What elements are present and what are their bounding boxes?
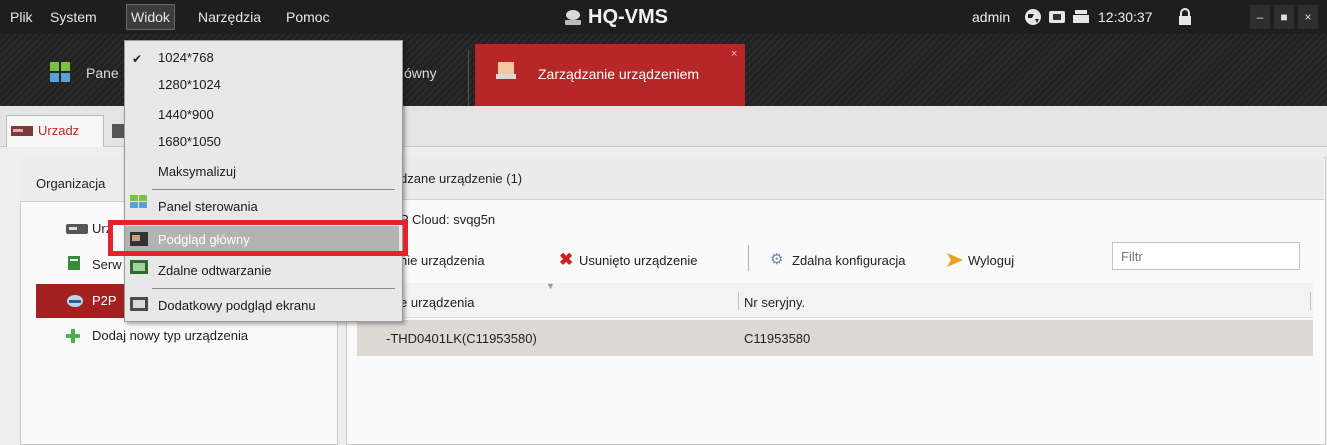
cpu-icon[interactable] [1048, 8, 1066, 26]
playback-icon [130, 260, 148, 274]
lock-icon[interactable] [1176, 8, 1194, 26]
close-button[interactable]: × [1298, 5, 1318, 29]
menu-separator [152, 189, 395, 190]
tab-control-panel[interactable]: Pane [86, 65, 119, 81]
control-panel-icon [50, 62, 70, 82]
managed-device-count: dzane urządzenie (1) [400, 171, 523, 186]
gear-icon: ⚙ [770, 251, 784, 268]
highlight-annotation-box [108, 220, 408, 256]
device-type-icon [66, 224, 88, 234]
delete-device-button[interactable]: Usunięto urządzenie [579, 253, 698, 268]
logout-button[interactable]: Wyloguj [968, 253, 1014, 268]
menu-pomoc[interactable]: Pomoc [282, 0, 334, 34]
menu-item-1280x1024[interactable]: 1280*1024 [158, 77, 221, 92]
menu-plik[interactable]: Plik [6, 0, 37, 34]
tree-item-p2p: P2P [92, 293, 117, 308]
device-icon [11, 126, 33, 136]
clock: 12:30:37 [1098, 9, 1153, 25]
minimize-button[interactable]: – [1250, 5, 1270, 29]
row-device-name: -THD0401LK(C11953580) [386, 331, 537, 346]
menu-item-1024x768[interactable]: 1024*768 [158, 50, 214, 65]
control-panel-small-icon [130, 195, 147, 208]
menu-narzedzia[interactable]: Narzędzia [194, 0, 265, 34]
column-device-name[interactable]: e urządzenia [400, 295, 474, 310]
tab-main-view[interactable]: ówny [404, 65, 437, 81]
menu-widok[interactable]: Widok [126, 4, 175, 30]
column-divider [738, 292, 739, 310]
p2p-cloud-info: P Cloud: svqg5n [400, 212, 496, 227]
toolbar-separator [748, 245, 749, 271]
menu-item-maximize[interactable]: Maksymalizuj [158, 164, 236, 179]
menu-item-remote-playback[interactable]: Zdalne odtwarzanie [158, 263, 271, 278]
p2p-cloud-icon [67, 295, 83, 307]
table-header [357, 283, 1313, 318]
filter-input[interactable] [1112, 242, 1300, 270]
device-management-icon [496, 62, 516, 79]
add-device-button[interactable]: nie urządzenia [400, 253, 485, 268]
check-icon: ✔ [132, 52, 143, 66]
tree-item-server[interactable]: Serw [92, 257, 122, 272]
tab-close-icon[interactable]: × [731, 48, 737, 60]
camera-logo-icon [565, 10, 581, 25]
plus-icon [66, 329, 80, 343]
server-icon [68, 256, 80, 270]
app-title: HQ-VMS [588, 6, 668, 28]
logout-icon [947, 253, 963, 267]
left-panel-title: Organizacja [36, 176, 106, 191]
menu-item-1440x900[interactable]: 1440*900 [158, 107, 214, 122]
user-name: admin [972, 9, 1011, 25]
column-divider-end [1310, 292, 1311, 310]
sort-arrow-icon: ▼ [546, 281, 555, 291]
subtab-devices-label: Urzadz [38, 123, 80, 138]
aux-screen-icon [130, 297, 148, 311]
delete-x-icon: ✖ [559, 250, 574, 269]
ram-icon[interactable] [1072, 8, 1090, 26]
maximize-button[interactable]: ■ [1274, 5, 1294, 29]
add-device-type-link[interactable]: Dodaj nowy typ urządzenia [92, 328, 248, 343]
menu-separator-2 [152, 288, 395, 289]
menu-item-1680x1050[interactable]: 1680*1050 [158, 134, 221, 149]
menu-system[interactable]: System [46, 0, 101, 34]
menu-item-aux-preview[interactable]: Dodatkowy podgląd ekranu [158, 298, 316, 313]
menu-item-control-panel[interactable]: Panel sterowania [158, 199, 258, 214]
title-bar: Plik System Widok Narzędzia Pomoc HQ-VMS… [0, 0, 1327, 34]
column-serial-number[interactable]: Nr seryjny. [744, 295, 805, 310]
row-serial-number: C11953580 [744, 331, 811, 346]
globe-icon[interactable] [1024, 8, 1042, 26]
tab-device-management-label: Zarządzanie urządzeniem [538, 66, 700, 82]
tab-divider [468, 50, 469, 106]
remote-config-button[interactable]: Zdalna konfiguracja [792, 253, 905, 268]
